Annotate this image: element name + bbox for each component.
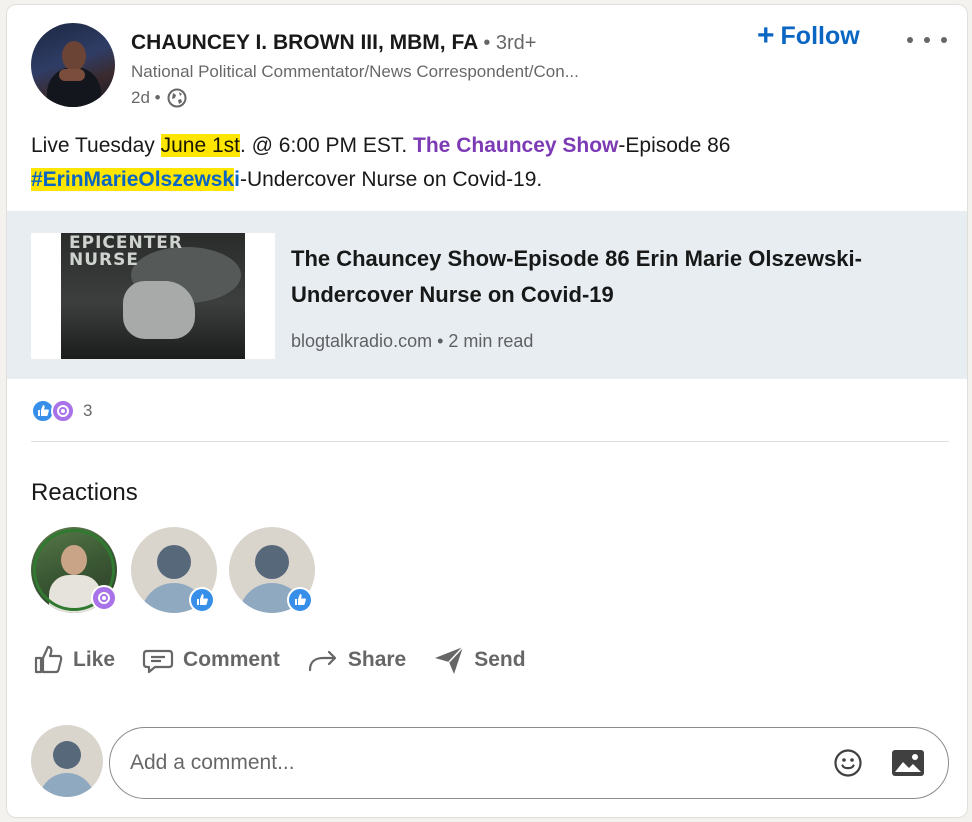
photo-button[interactable]	[888, 743, 928, 783]
author-avatar[interactable]	[31, 23, 115, 107]
curious-reaction-icon	[51, 399, 75, 423]
comment-label: Comment	[183, 648, 280, 671]
comment-box	[109, 727, 949, 799]
reaction-summary[interactable]: 3	[31, 397, 92, 425]
ghost-head-shape	[53, 741, 81, 769]
plus-icon: +	[757, 19, 775, 52]
curious-badge-icon	[91, 585, 117, 611]
author-name[interactable]: CHAUNCEY I. BROWN III, MBM, FA • 3rd+	[131, 31, 537, 55]
author-headline: National Political Commentator/News Corr…	[131, 62, 579, 81]
cover-mask-shape	[123, 281, 195, 339]
avatar-face-shape	[62, 41, 86, 71]
link-preview-thumbnail[interactable]: EPICENTER NURSE	[31, 233, 275, 359]
book-cover-image: EPICENTER NURSE	[61, 233, 245, 359]
share-arrow-icon	[308, 650, 336, 672]
like-badge-icon	[287, 587, 313, 613]
send-button[interactable]: Send	[426, 637, 531, 683]
like-badge-icon	[189, 587, 215, 613]
link-preview-source: blogtalkradio.com • 2 min read	[291, 331, 534, 351]
date-highlight: June 1st	[160, 134, 240, 157]
like-label: Like	[73, 648, 116, 671]
link-preview-card[interactable]: EPICENTER NURSE The Chauncey Show-Episod…	[7, 211, 967, 379]
post-text: Live Tuesday June 1st. @ 6:00 PM EST. Th…	[31, 129, 951, 197]
ghost-shoulders-shape	[39, 773, 95, 797]
author-name-text[interactable]: CHAUNCEY I. BROWN III, MBM, FA	[131, 31, 478, 54]
feed-post-card: CHAUNCEY I. BROWN III, MBM, FA • 3rd+ Na…	[6, 4, 968, 818]
thumbs-up-icon	[34, 645, 63, 674]
ghost-head-shape	[157, 545, 191, 579]
send-label: Send	[474, 648, 526, 671]
share-button[interactable]: Share	[300, 637, 412, 683]
reactions-heading: Reactions	[31, 479, 138, 506]
comment-button[interactable]: Comment	[135, 637, 286, 683]
cover-title-line: NURSE	[69, 250, 139, 270]
globe-icon	[167, 88, 187, 108]
ghost-head-shape	[255, 545, 289, 579]
post-meta: 2d •	[131, 88, 187, 108]
link-preview-title[interactable]: The Chauncey Show-Episode 86 Erin Marie …	[291, 241, 951, 313]
send-paper-plane-icon	[435, 646, 464, 674]
more-dot	[941, 37, 947, 43]
share-label: Share	[347, 648, 407, 671]
follow-button[interactable]: + Follow	[757, 21, 860, 51]
cover-title: EPICENTER NURSE	[69, 235, 183, 269]
avatar-hands-shape	[59, 69, 85, 81]
social-action-bar: Like Comment Share Send	[25, 637, 532, 683]
connection-degree: • 3rd+	[483, 32, 537, 54]
current-user-avatar[interactable]	[31, 725, 103, 797]
hashtag-link[interactable]: #ErinMarieOlszewsk	[31, 168, 235, 191]
post-text-segment: . @ 6:00 PM EST.	[239, 134, 414, 157]
mention-link[interactable]: The Chauncey Show	[413, 134, 618, 157]
image-icon	[892, 750, 924, 776]
post-text-segment: -Episode 86	[618, 134, 731, 157]
more-dot	[924, 37, 930, 43]
emoji-icon	[834, 749, 862, 777]
follow-label: Follow	[780, 21, 860, 50]
comment-icon	[142, 649, 174, 674]
more-dot	[907, 37, 913, 43]
post-time: 2d •	[131, 88, 161, 107]
divider	[31, 441, 949, 442]
like-button[interactable]: Like	[25, 637, 121, 683]
post-text-segment: Live Tuesday	[31, 134, 161, 157]
post-text-segment: -Undercover Nurse on Covid-19.	[239, 168, 543, 191]
reaction-count[interactable]: 3	[83, 401, 92, 421]
comment-input[interactable]	[130, 751, 808, 775]
more-options-icon[interactable]	[907, 25, 947, 55]
emoji-button[interactable]	[828, 743, 868, 783]
